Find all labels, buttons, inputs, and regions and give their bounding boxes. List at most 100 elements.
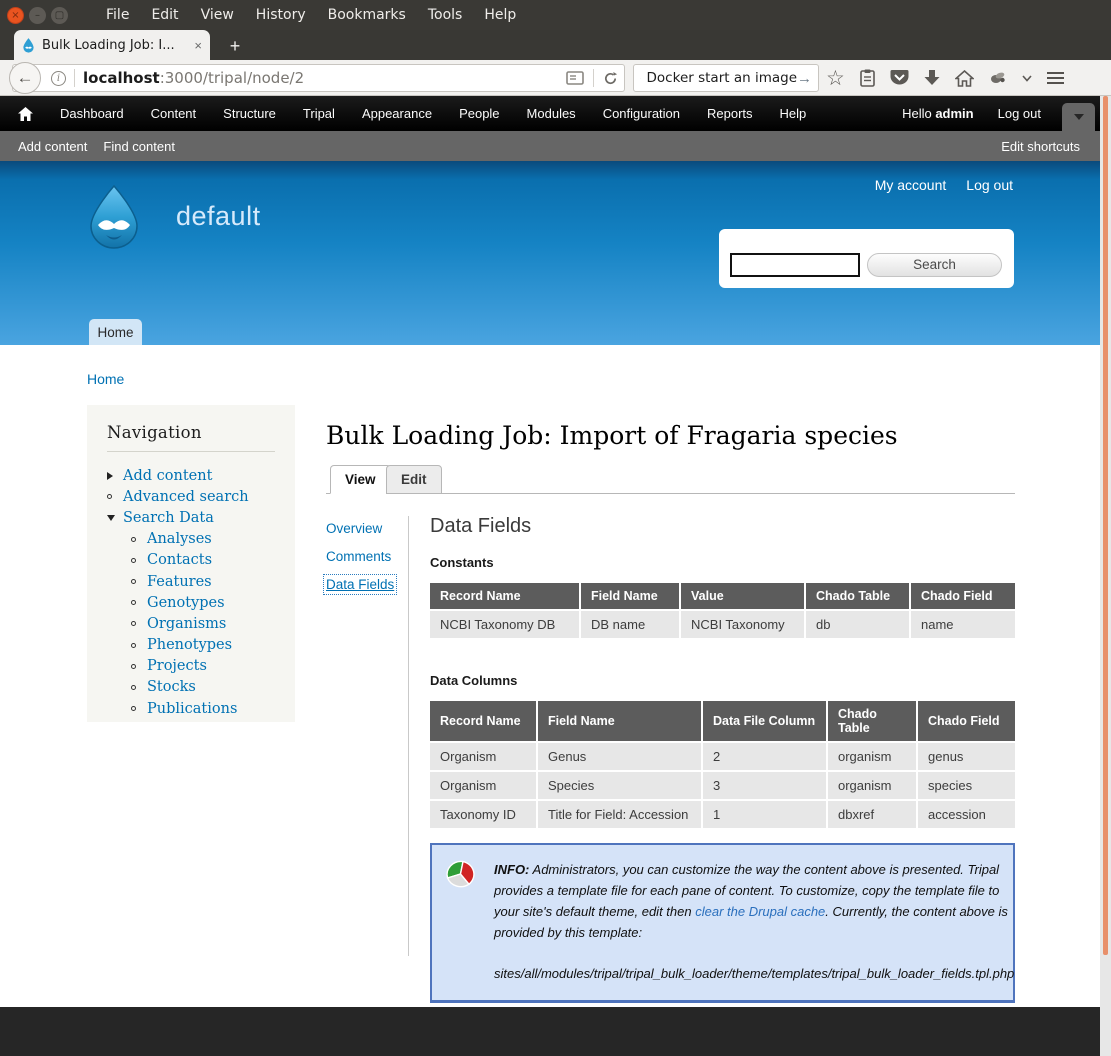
home-icon[interactable] [955,70,974,87]
subnav-data-fields[interactable]: Data Fields [326,577,394,592]
site-search-button[interactable]: Search [867,253,1002,277]
sidebar-item-phenotypes[interactable]: Phenotypes [131,635,275,656]
menu-bookmarks[interactable]: Bookmarks [328,7,406,23]
main-menu-home-tab[interactable]: Home [89,319,142,345]
sidebar-link[interactable]: Genotypes [147,595,225,611]
expanded-arrow-icon[interactable] [107,515,123,521]
admin-item-reports[interactable]: Reports [707,106,753,121]
edit-shortcuts-link[interactable]: Edit shortcuts [1001,139,1080,154]
my-account-link[interactable]: My account [875,177,947,193]
menu-hamburger-icon[interactable] [1047,69,1064,87]
tab-view[interactable]: View [330,465,391,494]
site-info-icon[interactable]: i [51,71,66,86]
admin-item-structure[interactable]: Structure [223,106,276,121]
sidebar-link[interactable]: Projects [147,658,207,674]
admin-item-appearance[interactable]: Appearance [362,106,432,121]
back-button[interactable]: ← [9,62,41,94]
scrollbar-thumb[interactable] [1103,96,1108,955]
sidebar-item-contacts[interactable]: Contacts [131,550,275,571]
site-name[interactable]: default [176,201,261,232]
admin-item-dashboard[interactable]: Dashboard [60,106,124,121]
sidebar-link[interactable]: Contacts [147,552,212,568]
new-tab-button[interactable]: + [220,33,250,59]
header-logout-link[interactable]: Log out [966,177,1013,193]
search-go-icon[interactable]: → [797,70,812,87]
url-bar[interactable]: ← i localhost:3000/tripal/node/2 [12,64,625,92]
url-text[interactable]: localhost:3000/tripal/node/2 [83,69,304,87]
tab-close-icon[interactable]: × [194,38,202,53]
shortcut-find-content[interactable]: Find content [103,139,175,154]
drupal-logo[interactable] [85,185,143,249]
browser-search-value[interactable]: Docker start an image [647,70,797,86]
menu-file[interactable]: File [106,7,129,23]
sidebar-item-organisms[interactable]: Organisms [131,613,275,634]
browser-tab[interactable]: Bulk Loading Job: I... × [14,30,210,60]
sidebar-link[interactable]: Advanced search [123,489,249,505]
admin-logout-link[interactable]: Log out [998,106,1041,121]
table-header-row: Record Name Field Name Data File Column … [430,701,1015,742]
pocket-icon[interactable] [890,69,909,87]
cell: Taxonomy ID [430,800,537,828]
shortcut-toggle-button[interactable] [1062,103,1095,131]
sidebar-link[interactable]: Phenotypes [147,637,232,653]
chevron-down-icon[interactable] [1022,75,1032,82]
browser-menubar: File Edit View History Bookmarks Tools H… [106,7,516,23]
shortcut-add-content[interactable]: Add content [18,139,87,154]
sidebar-item-analyses[interactable]: Analyses [131,529,275,550]
col-header: Chado Field [917,701,1015,742]
window-close-button[interactable]: × [7,7,24,24]
reload-icon[interactable] [603,71,618,86]
admin-username[interactable]: admin [935,106,973,121]
admin-home-icon[interactable] [18,107,33,121]
toggle-arrow-icon [1074,114,1084,120]
cell: db [805,610,910,638]
reader-mode-icon[interactable] [566,71,584,85]
sidebar-item-features[interactable]: Features [131,571,275,592]
sidebar-link[interactable]: Publications [147,701,237,717]
sidebar-item-projects[interactable]: Projects [131,656,275,677]
sidebar-item-stocks[interactable]: Stocks [131,677,275,698]
admin-item-people[interactable]: People [459,106,499,121]
breadcrumb[interactable]: Home [87,371,124,387]
sidebar-link[interactable]: Organisms [147,616,226,632]
table-row: NCBI Taxonomy DB DB name NCBI Taxonomy d… [430,610,1015,638]
tab-edit[interactable]: Edit [386,465,442,494]
menu-view[interactable]: View [201,7,234,23]
menu-edit[interactable]: Edit [151,7,178,23]
sidebar-item-genotypes[interactable]: Genotypes [131,592,275,613]
cell: organism [827,742,917,771]
sidebar-item-search-data[interactable]: Search Data [107,507,275,528]
sidebar-link[interactable]: Add content [123,468,212,484]
sidebar-item-add-content[interactable]: Add content [107,465,275,486]
collapsed-arrow-icon[interactable] [107,472,123,480]
browser-search-bar[interactable]: Docker start an image → [633,64,819,92]
data-columns-label: Data Columns [430,673,1015,688]
menu-history[interactable]: History [256,7,306,23]
admin-item-content[interactable]: Content [151,106,197,121]
admin-item-tripal[interactable]: Tripal [303,106,335,121]
sidebar-item-advanced-search[interactable]: Advanced search [107,486,275,507]
clear-cache-link[interactable]: clear the Drupal cache [695,904,825,919]
admin-item-modules[interactable]: Modules [527,106,576,121]
bookmark-star-icon[interactable]: ☆ [826,68,845,89]
site-search-input[interactable] [730,253,860,277]
menu-help[interactable]: Help [484,7,516,23]
subnav-comments[interactable]: Comments [326,549,394,564]
sidebar-link[interactable]: Search Data [123,510,214,526]
admin-item-configuration[interactable]: Configuration [603,106,680,121]
admin-item-help[interactable]: Help [780,106,807,121]
scrollbar-track[interactable] [1100,96,1111,1056]
sidebar-link[interactable]: Features [147,574,212,590]
download-icon[interactable] [924,70,940,87]
bookmarks-sidebar-icon[interactable] [860,69,875,87]
subnav-overview[interactable]: Overview [326,521,394,536]
window-minimize-button[interactable]: – [29,7,46,24]
table-row: Organism Species 3 organism species [430,771,1015,800]
tripal-logo-icon [444,859,477,889]
extension-icon[interactable] [989,71,1007,85]
menu-tools[interactable]: Tools [428,7,463,23]
window-maximize-button[interactable]: ▢ [51,7,68,24]
sidebar-link[interactable]: Analyses [147,531,212,547]
sidebar-item-publications[interactable]: Publications [131,698,275,719]
sidebar-link[interactable]: Stocks [147,679,196,695]
